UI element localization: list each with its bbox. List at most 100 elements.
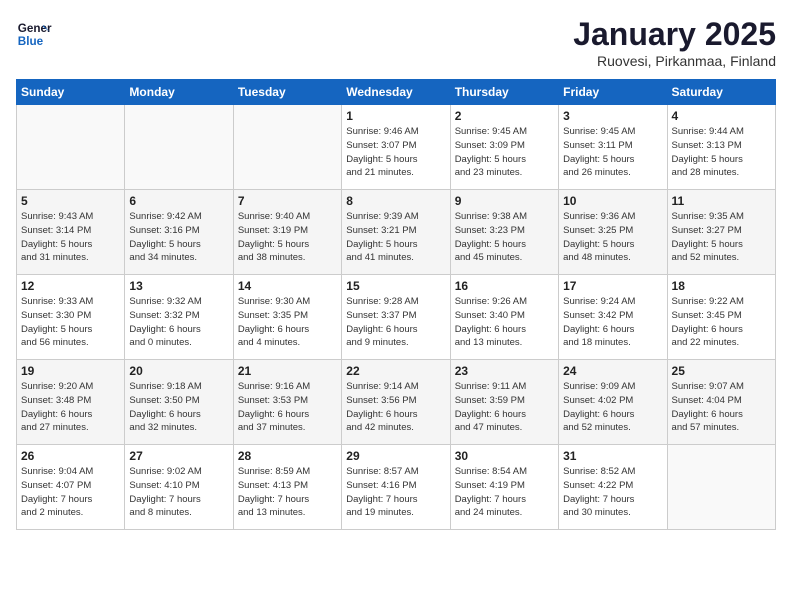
calendar-cell: 2 Sunrise: 9:45 AM Sunset: 3:09 PM Daylig… (450, 105, 558, 190)
calendar-cell: 8 Sunrise: 9:39 AM Sunset: 3:21 PM Daylig… (342, 190, 450, 275)
day-number: 13 (129, 279, 228, 293)
day-detail: Sunrise: 9:36 AM Sunset: 3:25 PM Dayligh… (563, 210, 662, 265)
header-saturday: Saturday (667, 80, 775, 105)
day-number: 30 (455, 449, 554, 463)
calendar-cell (17, 105, 125, 190)
day-detail: Sunrise: 9:04 AM Sunset: 4:07 PM Dayligh… (21, 465, 120, 520)
day-detail: Sunrise: 9:14 AM Sunset: 3:56 PM Dayligh… (346, 380, 445, 435)
day-detail: Sunrise: 9:18 AM Sunset: 3:50 PM Dayligh… (129, 380, 228, 435)
svg-text:General: General (18, 22, 52, 35)
month-title: January 2025 (573, 16, 776, 53)
day-detail: Sunrise: 8:57 AM Sunset: 4:16 PM Dayligh… (346, 465, 445, 520)
title-block: January 2025 Ruovesi, Pirkanmaa, Finland (573, 16, 776, 69)
calendar-cell: 9Sunrise: 9:38 AM Sunset: 3:23 PM Daylig… (450, 190, 558, 275)
calendar-cell: 30 Sunrise: 8:54 AM Sunset: 4:19 PM Dayli… (450, 445, 558, 530)
calendar-cell: 20 Sunrise: 9:18 AM Sunset: 3:50 PM Dayli… (125, 360, 233, 445)
day-detail: Sunrise: 9:45 AM Sunset: 3:11 PM Dayligh… (563, 125, 662, 180)
calendar-week-row: 19 Sunrise: 9:20 AM Sunset: 3:48 PM Dayli… (17, 360, 776, 445)
day-number: 15 (346, 279, 445, 293)
svg-text:Blue: Blue (18, 35, 44, 48)
day-detail: Sunrise: 9:35 AM Sunset: 3:27 PM Dayligh… (672, 210, 771, 265)
day-detail: Sunrise: 9:11 AM Sunset: 3:59 PM Dayligh… (455, 380, 554, 435)
calendar-cell: 26 Sunrise: 9:04 AM Sunset: 4:07 PM Dayli… (17, 445, 125, 530)
calendar-cell: 10 Sunrise: 9:36 AM Sunset: 3:25 PM Dayli… (559, 190, 667, 275)
calendar-cell: 27 Sunrise: 9:02 AM Sunset: 4:10 PM Dayli… (125, 445, 233, 530)
header-sunday: Sunday (17, 80, 125, 105)
calendar-cell: 28Sunrise: 8:59 AM Sunset: 4:13 PM Dayli… (233, 445, 341, 530)
header-monday: Monday (125, 80, 233, 105)
day-number: 12 (21, 279, 120, 293)
calendar-cell: 6Sunrise: 9:42 AM Sunset: 3:16 PM Daylig… (125, 190, 233, 275)
calendar-week-row: 26 Sunrise: 9:04 AM Sunset: 4:07 PM Dayli… (17, 445, 776, 530)
day-number: 5 (21, 194, 120, 208)
day-detail: Sunrise: 9:26 AM Sunset: 3:40 PM Dayligh… (455, 295, 554, 350)
calendar-cell: 7 Sunrise: 9:40 AM Sunset: 3:19 PM Daylig… (233, 190, 341, 275)
calendar-cell: 11 Sunrise: 9:35 AM Sunset: 3:27 PM Dayli… (667, 190, 775, 275)
day-number: 17 (563, 279, 662, 293)
day-detail: Sunrise: 9:39 AM Sunset: 3:21 PM Dayligh… (346, 210, 445, 265)
day-number: 20 (129, 364, 228, 378)
calendar-cell: 14Sunrise: 9:30 AM Sunset: 3:35 PM Dayli… (233, 275, 341, 360)
day-number: 10 (563, 194, 662, 208)
day-number: 29 (346, 449, 445, 463)
day-detail: Sunrise: 9:07 AM Sunset: 4:04 PM Dayligh… (672, 380, 771, 435)
calendar-cell: 17Sunrise: 9:24 AM Sunset: 3:42 PM Dayli… (559, 275, 667, 360)
calendar-cell: 22 Sunrise: 9:14 AM Sunset: 3:56 PM Dayli… (342, 360, 450, 445)
calendar-cell: 29 Sunrise: 8:57 AM Sunset: 4:16 PM Dayli… (342, 445, 450, 530)
day-number: 26 (21, 449, 120, 463)
day-number: 19 (21, 364, 120, 378)
day-detail: Sunrise: 8:54 AM Sunset: 4:19 PM Dayligh… (455, 465, 554, 520)
calendar-cell: 23 Sunrise: 9:11 AM Sunset: 3:59 PM Dayli… (450, 360, 558, 445)
calendar-cell: 25Sunrise: 9:07 AM Sunset: 4:04 PM Dayli… (667, 360, 775, 445)
calendar-table: Sunday Monday Tuesday Wednesday Thursday… (16, 79, 776, 530)
day-number: 18 (672, 279, 771, 293)
day-number: 4 (672, 109, 771, 123)
calendar-cell: 3Sunrise: 9:45 AM Sunset: 3:11 PM Daylig… (559, 105, 667, 190)
calendar-cell: 24 Sunrise: 9:09 AM Sunset: 4:02 PM Dayli… (559, 360, 667, 445)
calendar-week-row: 12 Sunrise: 9:33 AM Sunset: 3:30 PM Dayli… (17, 275, 776, 360)
day-detail: Sunrise: 9:38 AM Sunset: 3:23 PM Dayligh… (455, 210, 554, 265)
day-number: 21 (238, 364, 337, 378)
header-friday: Friday (559, 80, 667, 105)
day-detail: Sunrise: 9:45 AM Sunset: 3:09 PM Dayligh… (455, 125, 554, 180)
day-detail: Sunrise: 9:22 AM Sunset: 3:45 PM Dayligh… (672, 295, 771, 350)
calendar-cell: 15 Sunrise: 9:28 AM Sunset: 3:37 PM Dayli… (342, 275, 450, 360)
calendar-cell (233, 105, 341, 190)
day-number: 11 (672, 194, 771, 208)
day-detail: Sunrise: 9:20 AM Sunset: 3:48 PM Dayligh… (21, 380, 120, 435)
calendar-cell: 18 Sunrise: 9:22 AM Sunset: 3:45 PM Dayli… (667, 275, 775, 360)
day-detail: Sunrise: 8:59 AM Sunset: 4:13 PM Dayligh… (238, 465, 337, 520)
logo-icon: General Blue (16, 16, 52, 52)
day-number: 23 (455, 364, 554, 378)
calendar-cell: 5 Sunrise: 9:43 AM Sunset: 3:14 PM Daylig… (17, 190, 125, 275)
day-number: 2 (455, 109, 554, 123)
day-number: 22 (346, 364, 445, 378)
day-detail: Sunrise: 9:28 AM Sunset: 3:37 PM Dayligh… (346, 295, 445, 350)
day-detail: Sunrise: 9:33 AM Sunset: 3:30 PM Dayligh… (21, 295, 120, 350)
calendar-cell: 1Sunrise: 9:46 AM Sunset: 3:07 PM Daylig… (342, 105, 450, 190)
day-number: 1 (346, 109, 445, 123)
day-detail: Sunrise: 9:43 AM Sunset: 3:14 PM Dayligh… (21, 210, 120, 265)
day-detail: Sunrise: 9:42 AM Sunset: 3:16 PM Dayligh… (129, 210, 228, 265)
calendar-cell: 12 Sunrise: 9:33 AM Sunset: 3:30 PM Dayli… (17, 275, 125, 360)
calendar-cell: 13 Sunrise: 9:32 AM Sunset: 3:32 PM Dayli… (125, 275, 233, 360)
page-header: General Blue January 2025 Ruovesi, Pirka… (16, 16, 776, 69)
day-detail: Sunrise: 9:09 AM Sunset: 4:02 PM Dayligh… (563, 380, 662, 435)
day-number: 14 (238, 279, 337, 293)
calendar-cell: 16 Sunrise: 9:26 AM Sunset: 3:40 PM Dayli… (450, 275, 558, 360)
day-number: 7 (238, 194, 337, 208)
day-detail: Sunrise: 9:16 AM Sunset: 3:53 PM Dayligh… (238, 380, 337, 435)
header-wednesday: Wednesday (342, 80, 450, 105)
day-detail: Sunrise: 9:32 AM Sunset: 3:32 PM Dayligh… (129, 295, 228, 350)
day-detail: Sunrise: 8:52 AM Sunset: 4:22 PM Dayligh… (563, 465, 662, 520)
day-detail: Sunrise: 9:40 AM Sunset: 3:19 PM Dayligh… (238, 210, 337, 265)
calendar-cell (125, 105, 233, 190)
day-number: 24 (563, 364, 662, 378)
day-detail: Sunrise: 9:02 AM Sunset: 4:10 PM Dayligh… (129, 465, 228, 520)
calendar-week-row: 5 Sunrise: 9:43 AM Sunset: 3:14 PM Daylig… (17, 190, 776, 275)
day-number: 8 (346, 194, 445, 208)
logo: General Blue (16, 16, 52, 52)
day-number: 27 (129, 449, 228, 463)
day-number: 16 (455, 279, 554, 293)
header-thursday: Thursday (450, 80, 558, 105)
